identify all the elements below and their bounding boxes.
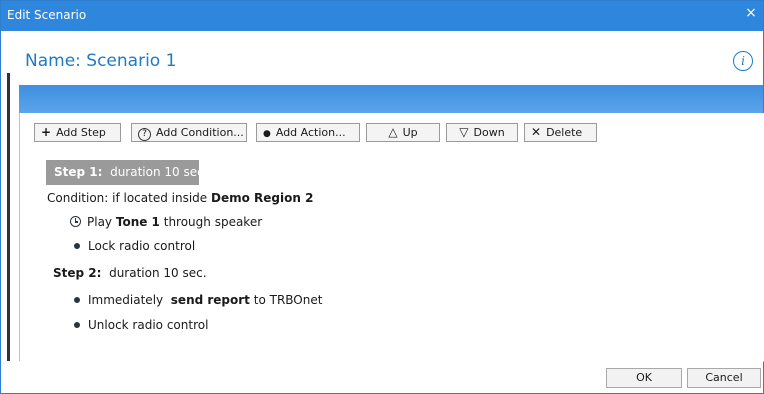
step-2-title: Step 2: (53, 266, 102, 280)
action-text: Play (87, 215, 113, 229)
left-accent-bar (7, 73, 10, 391)
step-2-duration: duration 10 sec. (109, 266, 207, 280)
add-step-label: Add Step (56, 126, 106, 139)
up-button[interactable]: △ Up (366, 123, 440, 142)
condition-target: Demo Region 2 (211, 191, 314, 205)
add-condition-button[interactable]: ? Add Condition... (131, 123, 247, 142)
window-title: Edit Scenario (7, 8, 87, 22)
add-step-button[interactable]: + Add Step (34, 123, 121, 142)
ok-button[interactable]: OK (606, 368, 682, 388)
question-circle-icon: ? (138, 128, 151, 141)
action-text: Unlock radio control (88, 318, 209, 332)
action-bold: send report (170, 293, 250, 307)
bullet-icon (74, 321, 80, 328)
delete-button[interactable]: ✕ Delete (524, 123, 597, 142)
step-1-action-1[interactable]: Play Tone 1 through speaker (70, 215, 262, 229)
action-text: Lock radio control (88, 239, 196, 253)
step-1-title: Step 1: (54, 165, 103, 179)
step-2-action-2[interactable]: Unlock radio control (74, 318, 208, 332)
info-icon[interactable]: i (733, 51, 753, 71)
down-label: Down (473, 126, 505, 139)
down-button[interactable]: ▽ Down (446, 123, 518, 142)
step-2-action-1[interactable]: Immediately send report to TRBOnet (74, 293, 322, 307)
cancel-button[interactable]: Cancel (687, 368, 761, 388)
x-icon: ✕ (531, 125, 542, 139)
add-condition-label: Add Condition... (156, 126, 244, 139)
action-suffix: to TRBOnet (253, 293, 323, 307)
bullet-icon (74, 242, 80, 249)
action-bold: Tone 1 (115, 215, 160, 229)
plus-icon: + (41, 125, 52, 139)
dialog-footer: OK Cancel (1, 361, 763, 393)
bullet-icon (74, 296, 80, 303)
step-1-header[interactable]: Step 1: duration 10 sec. (54, 165, 208, 179)
edit-scenario-dialog: Edit Scenario × Name: Scenario 1 i + Add … (0, 0, 764, 394)
step-1-condition[interactable]: Condition: if located inside Demo Region… (47, 191, 313, 205)
condition-text: Condition: if located inside (47, 191, 208, 205)
step-1-duration: duration 10 sec. (110, 165, 208, 179)
scenario-header: Name: Scenario 1 i (11, 39, 755, 81)
triangle-down-icon: ▽ (459, 125, 469, 139)
step-2-header[interactable]: Step 2: duration 10 sec. (53, 266, 207, 280)
title-bar[interactable]: Edit Scenario × (1, 1, 763, 31)
bullet-icon: ● (263, 129, 271, 139)
triangle-up-icon: △ (388, 125, 398, 139)
step-1-action-2[interactable]: Lock radio control (74, 239, 195, 253)
scenario-name: Name: Scenario 1 (25, 51, 177, 71)
clock-icon (70, 216, 81, 227)
up-label: Up (402, 126, 418, 139)
steps-panel: + Add Step ? Add Condition... ● Add Action.… (19, 113, 764, 362)
add-action-button[interactable]: ● Add Action... (256, 123, 360, 142)
close-icon[interactable]: × (743, 5, 759, 21)
header-band (19, 85, 763, 113)
delete-label: Delete (546, 126, 583, 139)
action-text: Immediately (88, 293, 164, 307)
action-suffix: through speaker (163, 215, 263, 229)
add-action-label: Add Action... (275, 126, 346, 139)
